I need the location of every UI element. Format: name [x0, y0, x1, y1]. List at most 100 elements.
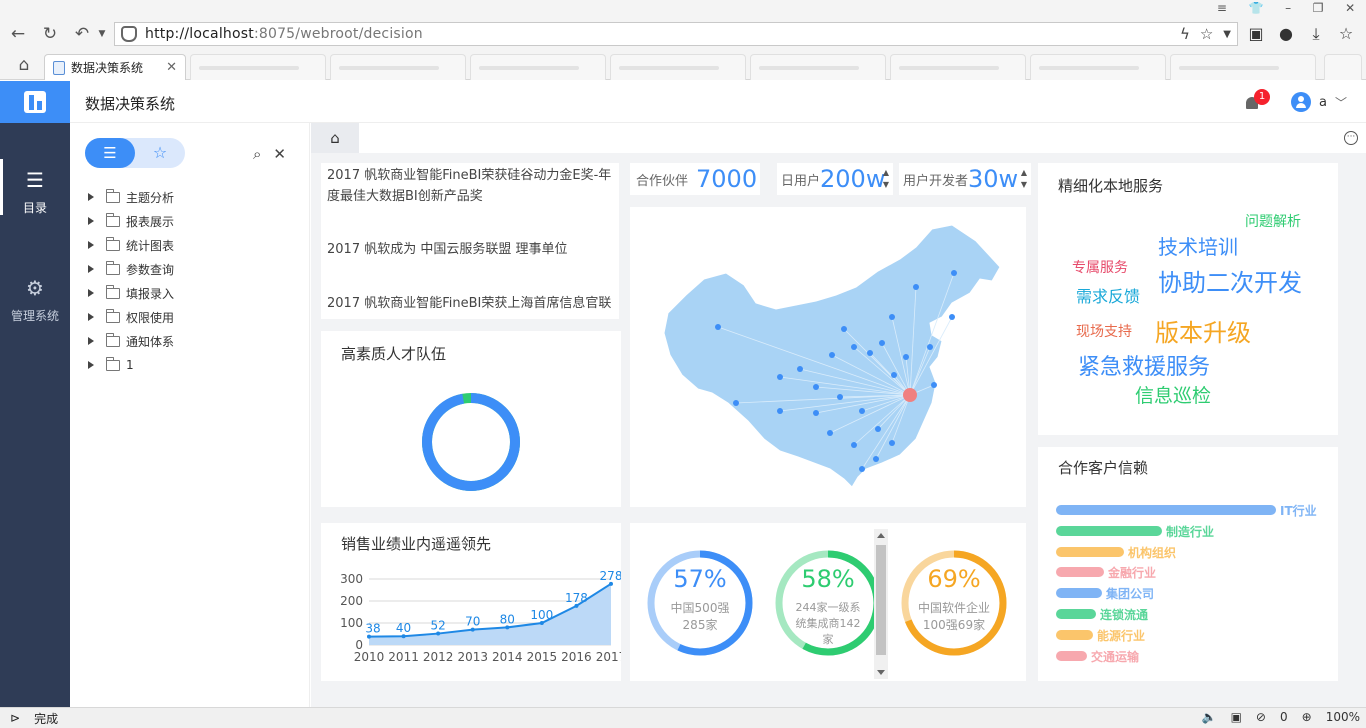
scroll-down-icon[interactable] [877, 670, 885, 675]
tree-node[interactable]: 统计图表 [88, 233, 174, 257]
rings-scrollbar[interactable] [874, 529, 888, 679]
city-dot [813, 410, 819, 416]
new-tab-button[interactable] [1324, 54, 1362, 80]
rail-item-catalog[interactable]: ☰ 目录 [0, 159, 70, 216]
folder-icon [106, 236, 120, 251]
url-text[interactable]: http://localhost:8075/webroot/decision [145, 26, 423, 42]
news-item[interactable]: 2017 帆软成为 中国云服务联盟 理事单位 [327, 239, 613, 260]
adblock-icon[interactable]: ⊘ [1256, 710, 1266, 724]
scroll-up-icon[interactable] [877, 533, 885, 538]
volume-icon[interactable]: 🔈 [1202, 710, 1217, 724]
expand-arrow-icon[interactable] [88, 265, 94, 273]
restore-icon[interactable]: ❐ [1313, 1, 1324, 15]
lightning-icon[interactable]: ϟ [1180, 25, 1190, 43]
screenshot-icon[interactable]: ▣ [1231, 710, 1242, 724]
tree-node[interactable]: 参数查询 [88, 257, 174, 281]
tree-node[interactable]: 主题分析 [88, 185, 174, 209]
undo-icon[interactable]: ↶ [72, 24, 92, 44]
left-rail: ☰ 目录 ⚙ 管理系统 [0, 123, 70, 707]
expand-arrow-icon[interactable] [88, 361, 94, 369]
favorites-view-button[interactable]: ☆ [135, 138, 185, 168]
adblock-count: 0 [1279, 710, 1288, 724]
scroll-thumb[interactable] [876, 545, 886, 655]
cloud-word: 技术培训 [1158, 235, 1238, 259]
stepper-icon[interactable]: ▲ ▼ [1017, 167, 1031, 191]
tab-background[interactable] [330, 54, 466, 80]
expand-arrow-icon[interactable] [88, 289, 94, 297]
expand-arrow-icon[interactable] [88, 337, 94, 345]
city-dot [859, 408, 865, 414]
tab-active[interactable]: 数据决策系统 ✕ [44, 54, 186, 80]
play-icon[interactable]: ⊳ [10, 711, 20, 725]
list-view-button[interactable]: ☰ [85, 138, 135, 168]
talent-ring-arc [422, 393, 520, 491]
minimize-icon[interactable]: – [1285, 1, 1291, 15]
tab-background[interactable] [1030, 54, 1166, 80]
notification-bell[interactable]: 1 [1244, 89, 1270, 113]
browser-home-icon[interactable]: ⌂ [14, 55, 34, 75]
tab-background[interactable] [1170, 54, 1316, 80]
tree-node[interactable]: 1 [88, 353, 174, 377]
undo-dropdown-icon[interactable]: ▼ [92, 24, 112, 44]
tree-node[interactable]: 报表展示 [88, 209, 174, 233]
page-favicon-icon [53, 60, 65, 75]
trust-bar-label: 交通运输 [1091, 649, 1140, 664]
news-item[interactable]: 2017 帆软商业智能FineBI荣获上海首席信息官联 [327, 293, 613, 314]
folder-icon [106, 308, 120, 323]
reader-icon[interactable]: ▣ [1246, 24, 1266, 44]
unpin-icon[interactable]: ✕ [273, 145, 286, 163]
tab-background[interactable] [470, 54, 606, 80]
data-label: 52 [431, 619, 446, 633]
tab-background[interactable] [750, 54, 886, 80]
address-bar[interactable]: http://localhost:8075/webroot/decision ϟ… [114, 22, 1238, 46]
back-icon[interactable]: ← [8, 24, 28, 44]
x-tick-label: 2010 [354, 650, 385, 664]
zoom-level[interactable]: 100% [1326, 710, 1360, 724]
zoom-icon[interactable]: ⊕ [1302, 710, 1312, 724]
expand-arrow-icon[interactable] [88, 217, 94, 225]
browser-toolbar: ≡ 👕 – ❐ ✕ ← ↻ ↶ ▼ http://localhost:8075/… [0, 0, 1366, 50]
home-tab[interactable]: ⌂ [311, 123, 359, 153]
tab-background[interactable] [610, 54, 746, 80]
favorites-star-icon[interactable]: ☆ [1336, 24, 1356, 44]
expand-arrow-icon[interactable] [88, 193, 94, 201]
market-share-card: 57% 中国500强 285家 58% 244家一级系 统集成商142 家 69… [630, 523, 1026, 681]
x-tick-label: 2014 [492, 650, 523, 664]
tab-close-icon[interactable]: ✕ [166, 60, 177, 75]
content-tabs: ⌂ ··· [311, 123, 1366, 153]
city-dot [733, 400, 739, 406]
tab-background[interactable] [190, 54, 326, 80]
news-item[interactable]: 2017 帆软商业智能FineBI荣获硅谷动力金E奖-年度最佳大数据BI创新产品… [327, 165, 613, 207]
search-icon[interactable]: ⌕ [253, 145, 261, 163]
data-label: 178 [565, 591, 588, 605]
stepper-icon[interactable]: ▲ ▼ [879, 167, 893, 191]
app-logo[interactable] [0, 81, 70, 123]
skin-icon[interactable]: 👕 [1249, 1, 1264, 15]
user-menu[interactable]: a ﹀ [1291, 92, 1347, 112]
china-map-card [630, 207, 1026, 507]
bookmark-star-icon[interactable]: ☆ [1200, 25, 1213, 43]
menu-icon[interactable]: ≡ [1217, 1, 1227, 15]
city-dot [777, 408, 783, 414]
reload-icon[interactable]: ↻ [40, 24, 60, 44]
expand-arrow-icon[interactable] [88, 241, 94, 249]
address-dropdown-icon[interactable]: ▼ [1223, 29, 1231, 40]
y-tick-label: 200 [340, 594, 363, 608]
ring-1-text: 57% 中国500强 285家 [670, 565, 730, 632]
more-options-icon[interactable]: ··· [1344, 131, 1358, 145]
kpi-value: 200w [820, 165, 886, 193]
more-icon[interactable]: ● [1276, 24, 1296, 44]
trust-bar-label: IT行业 [1280, 504, 1317, 518]
trust-bar [1056, 588, 1102, 599]
download-icon[interactable]: ⤓ [1306, 24, 1326, 44]
tree-node[interactable]: 通知体系 [88, 329, 174, 353]
tree-node[interactable]: 填报录入 [88, 281, 174, 305]
tree-node[interactable]: 权限使用 [88, 305, 174, 329]
expand-arrow-icon[interactable] [88, 313, 94, 321]
tab-background[interactable] [890, 54, 1026, 80]
tab-title: 数据决策系统 [71, 61, 144, 75]
rail-item-management[interactable]: ⚙ 管理系统 [0, 275, 70, 324]
city-dot [891, 372, 897, 378]
close-window-icon[interactable]: ✕ [1345, 1, 1355, 15]
x-tick-label: 2013 [457, 650, 488, 664]
